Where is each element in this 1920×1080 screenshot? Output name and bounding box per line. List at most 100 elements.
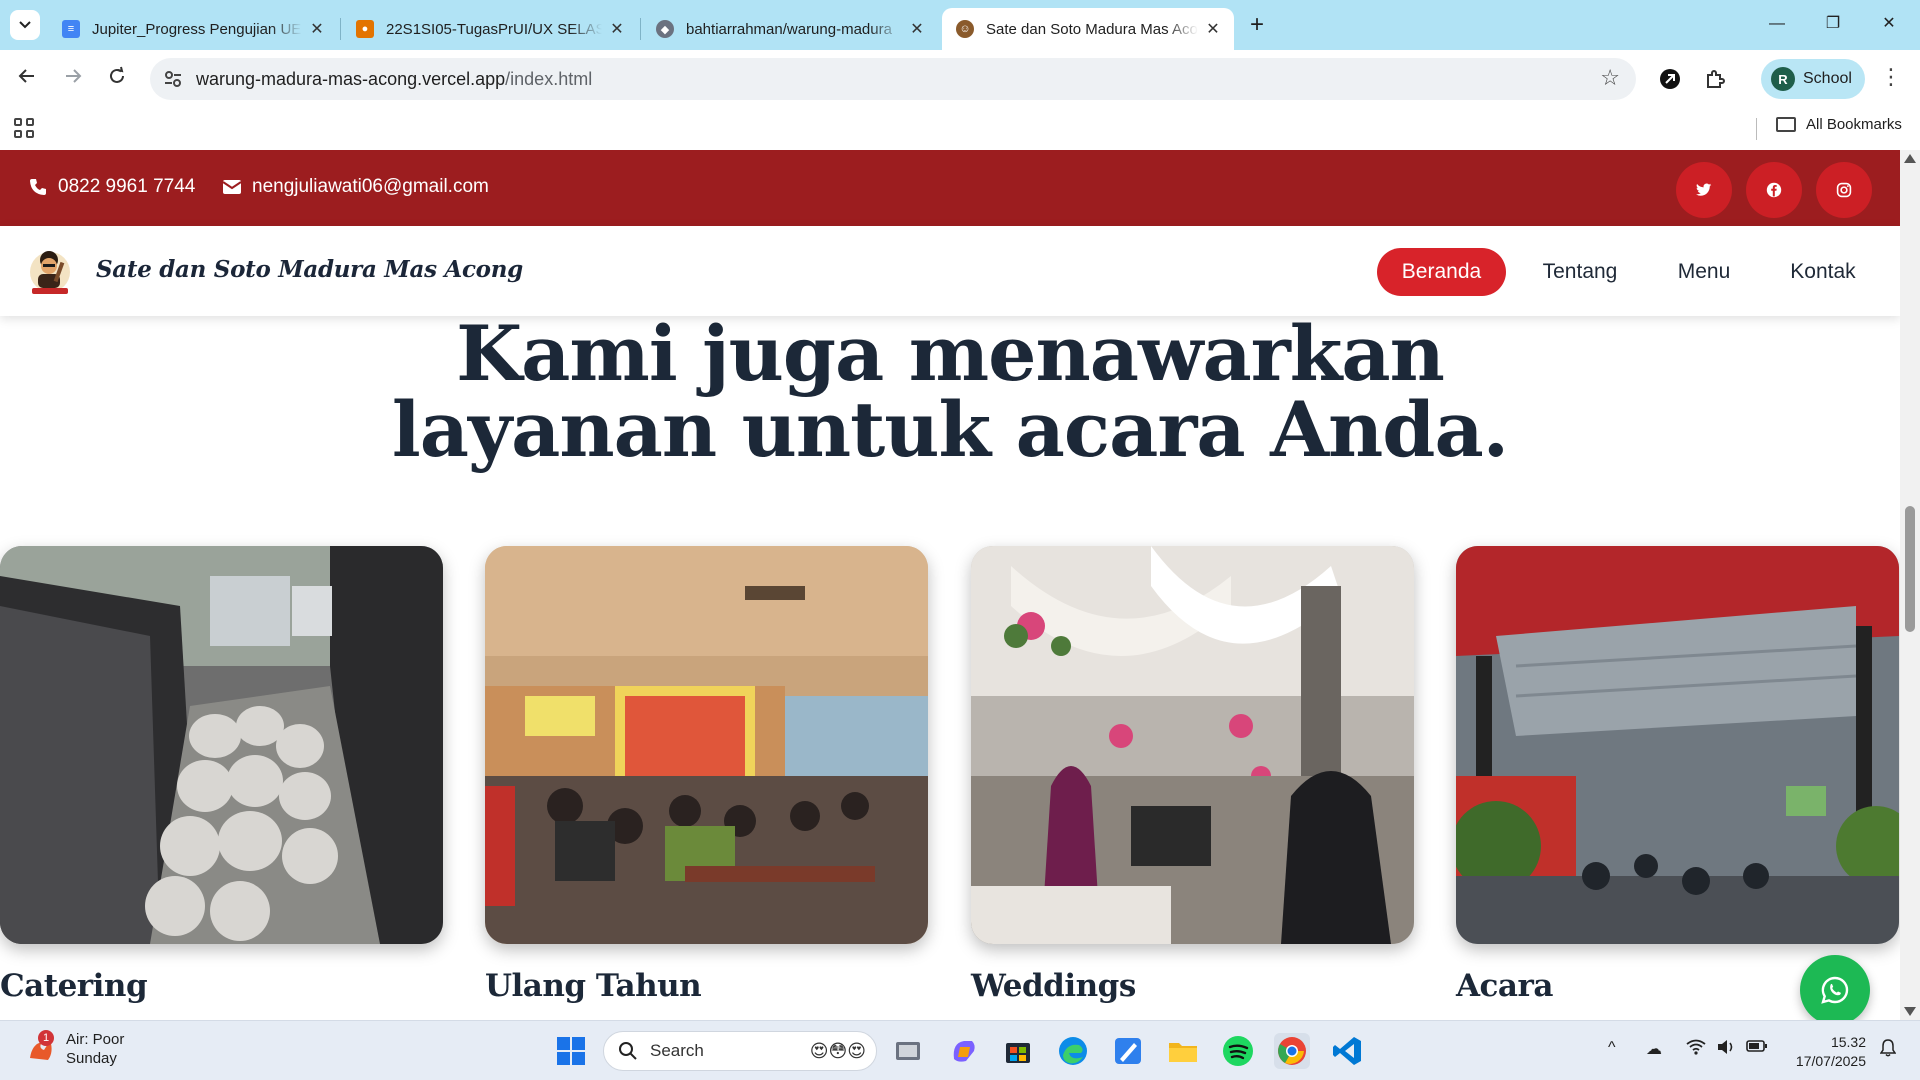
whatsapp-icon <box>1821 976 1849 1004</box>
classroom-icon: ● <box>356 20 374 38</box>
volume-icon[interactable] <box>1716 1039 1736 1060</box>
service-card-acara[interactable]: Acara <box>1456 546 1899 1004</box>
all-bookmarks-label: All Bookmarks <box>1806 116 1902 133</box>
browser-toolbar: warung-madura-mas-acong.vercel.app/index… <box>0 50 1920 108</box>
emoji-highlight-icon: 😍😳😍 <box>809 1040 866 1061</box>
chevron-down-icon <box>19 21 31 29</box>
back-button[interactable] <box>10 62 44 96</box>
onedrive-icon[interactable]: ☁ <box>1646 1039 1662 1059</box>
vscode-icon <box>1333 1037 1361 1065</box>
vscode-button[interactable] <box>1330 1033 1366 1069</box>
contact-topbar: 0822 9961 7744 nengjuliawati06@gmail.com <box>0 150 1900 226</box>
headline-line-2: layanan untuk acara Anda. <box>391 385 1509 474</box>
close-tab-icon[interactable]: ✕ <box>608 19 626 39</box>
copilot-button[interactable] <box>946 1033 982 1069</box>
service-card-ulang-tahun[interactable]: Ulang Tahun <box>485 546 928 1004</box>
nav-link-beranda[interactable]: Beranda <box>1377 248 1506 296</box>
task-view-icon <box>896 1042 920 1060</box>
task-view-button[interactable] <box>890 1033 926 1069</box>
store-icon <box>1006 1043 1030 1063</box>
new-tab-button[interactable]: + <box>1243 12 1271 40</box>
windows-logo-icon <box>557 1037 585 1065</box>
extensions-button[interactable] <box>1700 64 1730 94</box>
brand-name[interactable]: Sate dan Soto Madura Mas Acong <box>96 256 523 283</box>
instagram-button[interactable] <box>1816 162 1872 218</box>
chrome-icon <box>1278 1037 1306 1065</box>
close-tab-icon[interactable]: ✕ <box>908 19 926 39</box>
notification-bell-icon[interactable] <box>1879 1039 1897 1062</box>
reload-icon <box>110 66 124 83</box>
birthday-photo <box>485 546 928 944</box>
spotify-button[interactable] <box>1220 1033 1256 1069</box>
nav-link-kontak[interactable]: Kontak <box>1770 248 1876 296</box>
all-bookmarks-button[interactable]: All Bookmarks <box>1776 116 1902 133</box>
close-window-button[interactable]: ✕ <box>1862 8 1916 40</box>
address-bar[interactable]: warung-madura-mas-acong.vercel.app/index… <box>150 58 1636 100</box>
tab-search-button[interactable] <box>10 10 40 40</box>
close-tab-icon[interactable]: ✕ <box>1204 19 1222 39</box>
editor-app-button[interactable] <box>1110 1033 1146 1069</box>
system-clock[interactable]: 15.32 17/07/2025 <box>1786 1033 1866 1071</box>
email-address: nengjuliawati06@gmail.com <box>252 176 489 197</box>
headline-line-1: Kami juga menawarkan <box>456 309 1445 398</box>
file-explorer-button[interactable] <box>1165 1033 1201 1069</box>
envelope-icon <box>222 180 242 194</box>
page-scrollbar[interactable] <box>1900 150 1920 1020</box>
weather-widget[interactable]: 1 Air: Poor Sunday <box>26 1030 124 1068</box>
store-button[interactable] <box>1000 1033 1036 1069</box>
scroll-down-arrow-icon[interactable] <box>1904 1007 1916 1016</box>
close-tab-icon[interactable]: ✕ <box>308 19 326 39</box>
chrome-button[interactable] <box>1274 1033 1310 1069</box>
site-settings-icon[interactable] <box>162 68 184 90</box>
wifi-icon[interactable] <box>1686 1039 1706 1060</box>
apps-grid-icon[interactable] <box>14 118 34 138</box>
nav-link-menu[interactable]: Menu <box>1660 248 1748 296</box>
folder-icon <box>1776 117 1796 132</box>
tab-jupiter-progress[interactable]: ≡ Jupiter_Progress Pengujian UEQ ✕ <box>48 8 338 50</box>
copilot-icon <box>953 1041 975 1062</box>
drawing-app-icon <box>1115 1038 1141 1064</box>
minimize-button[interactable]: — <box>1750 8 1804 40</box>
scroll-up-arrow-icon[interactable] <box>1904 154 1916 163</box>
restore-button[interactable]: ❐ <box>1806 8 1860 40</box>
show-hidden-icons[interactable]: ^ <box>1608 1039 1616 1057</box>
taskbar-search[interactable]: Search 😍😳😍 <box>603 1031 877 1071</box>
more-menu-icon[interactable]: ⋮ <box>1880 64 1902 90</box>
service-card-weddings[interactable]: Weddings <box>971 546 1414 1004</box>
url-text[interactable]: warung-madura-mas-acong.vercel.app/index… <box>196 69 592 90</box>
air-quality-icon: 1 <box>26 1030 56 1064</box>
phone-number: 0822 9961 7744 <box>58 176 196 197</box>
profile-button[interactable]: R School <box>1761 59 1865 99</box>
puzzle-icon <box>1707 70 1725 88</box>
instagram-icon <box>1836 182 1852 198</box>
url-path: /index.html <box>505 69 593 89</box>
tab-sate-soto-active[interactable]: ☺ Sate dan Soto Madura Mas Acong ✕ <box>942 8 1234 50</box>
tab-divider <box>640 18 641 40</box>
arrow-left-icon <box>18 69 34 83</box>
twitter-button[interactable] <box>1676 162 1732 218</box>
tab-tugas-prui[interactable]: ● 22S1SI05-TugasPrUI/UX SELASA ✕ <box>342 8 638 50</box>
service-card-title: Weddings <box>971 968 1136 1004</box>
forward-button[interactable] <box>56 62 90 96</box>
start-button[interactable] <box>553 1033 589 1069</box>
whatsapp-button[interactable] <box>1800 955 1870 1020</box>
restaurant-logo[interactable] <box>22 242 78 298</box>
nav-link-tentang[interactable]: Tentang <box>1520 248 1640 296</box>
phone-contact[interactable]: 0822 9961 7744 <box>28 176 195 198</box>
service-card-title: Catering <box>0 968 148 1004</box>
tab-strip: ≡ Jupiter_Progress Pengujian UEQ ✕ ● 22S… <box>0 0 1920 50</box>
bookmark-star-icon[interactable]: ☆ <box>1600 65 1620 91</box>
email-contact[interactable]: nengjuliawati06@gmail.com <box>222 176 489 198</box>
service-card-catering[interactable]: Catering <box>0 546 443 1004</box>
facebook-button[interactable] <box>1746 162 1802 218</box>
extension-button[interactable] <box>1655 64 1685 94</box>
services-headline: Kami juga menawarkan layanan untuk acara… <box>0 316 1900 468</box>
folder-icon <box>1169 1043 1197 1062</box>
search-icon <box>619 1042 637 1060</box>
reload-button[interactable] <box>100 62 134 96</box>
clock-date: 17/07/2025 <box>1795 1053 1866 1069</box>
tab-github-repo[interactable]: ◆ bahtiarrahman/warung-madura ✕ <box>642 8 938 50</box>
edge-button[interactable] <box>1055 1033 1091 1069</box>
battery-icon[interactable] <box>1746 1039 1768 1058</box>
scrollbar-thumb[interactable] <box>1905 506 1915 632</box>
